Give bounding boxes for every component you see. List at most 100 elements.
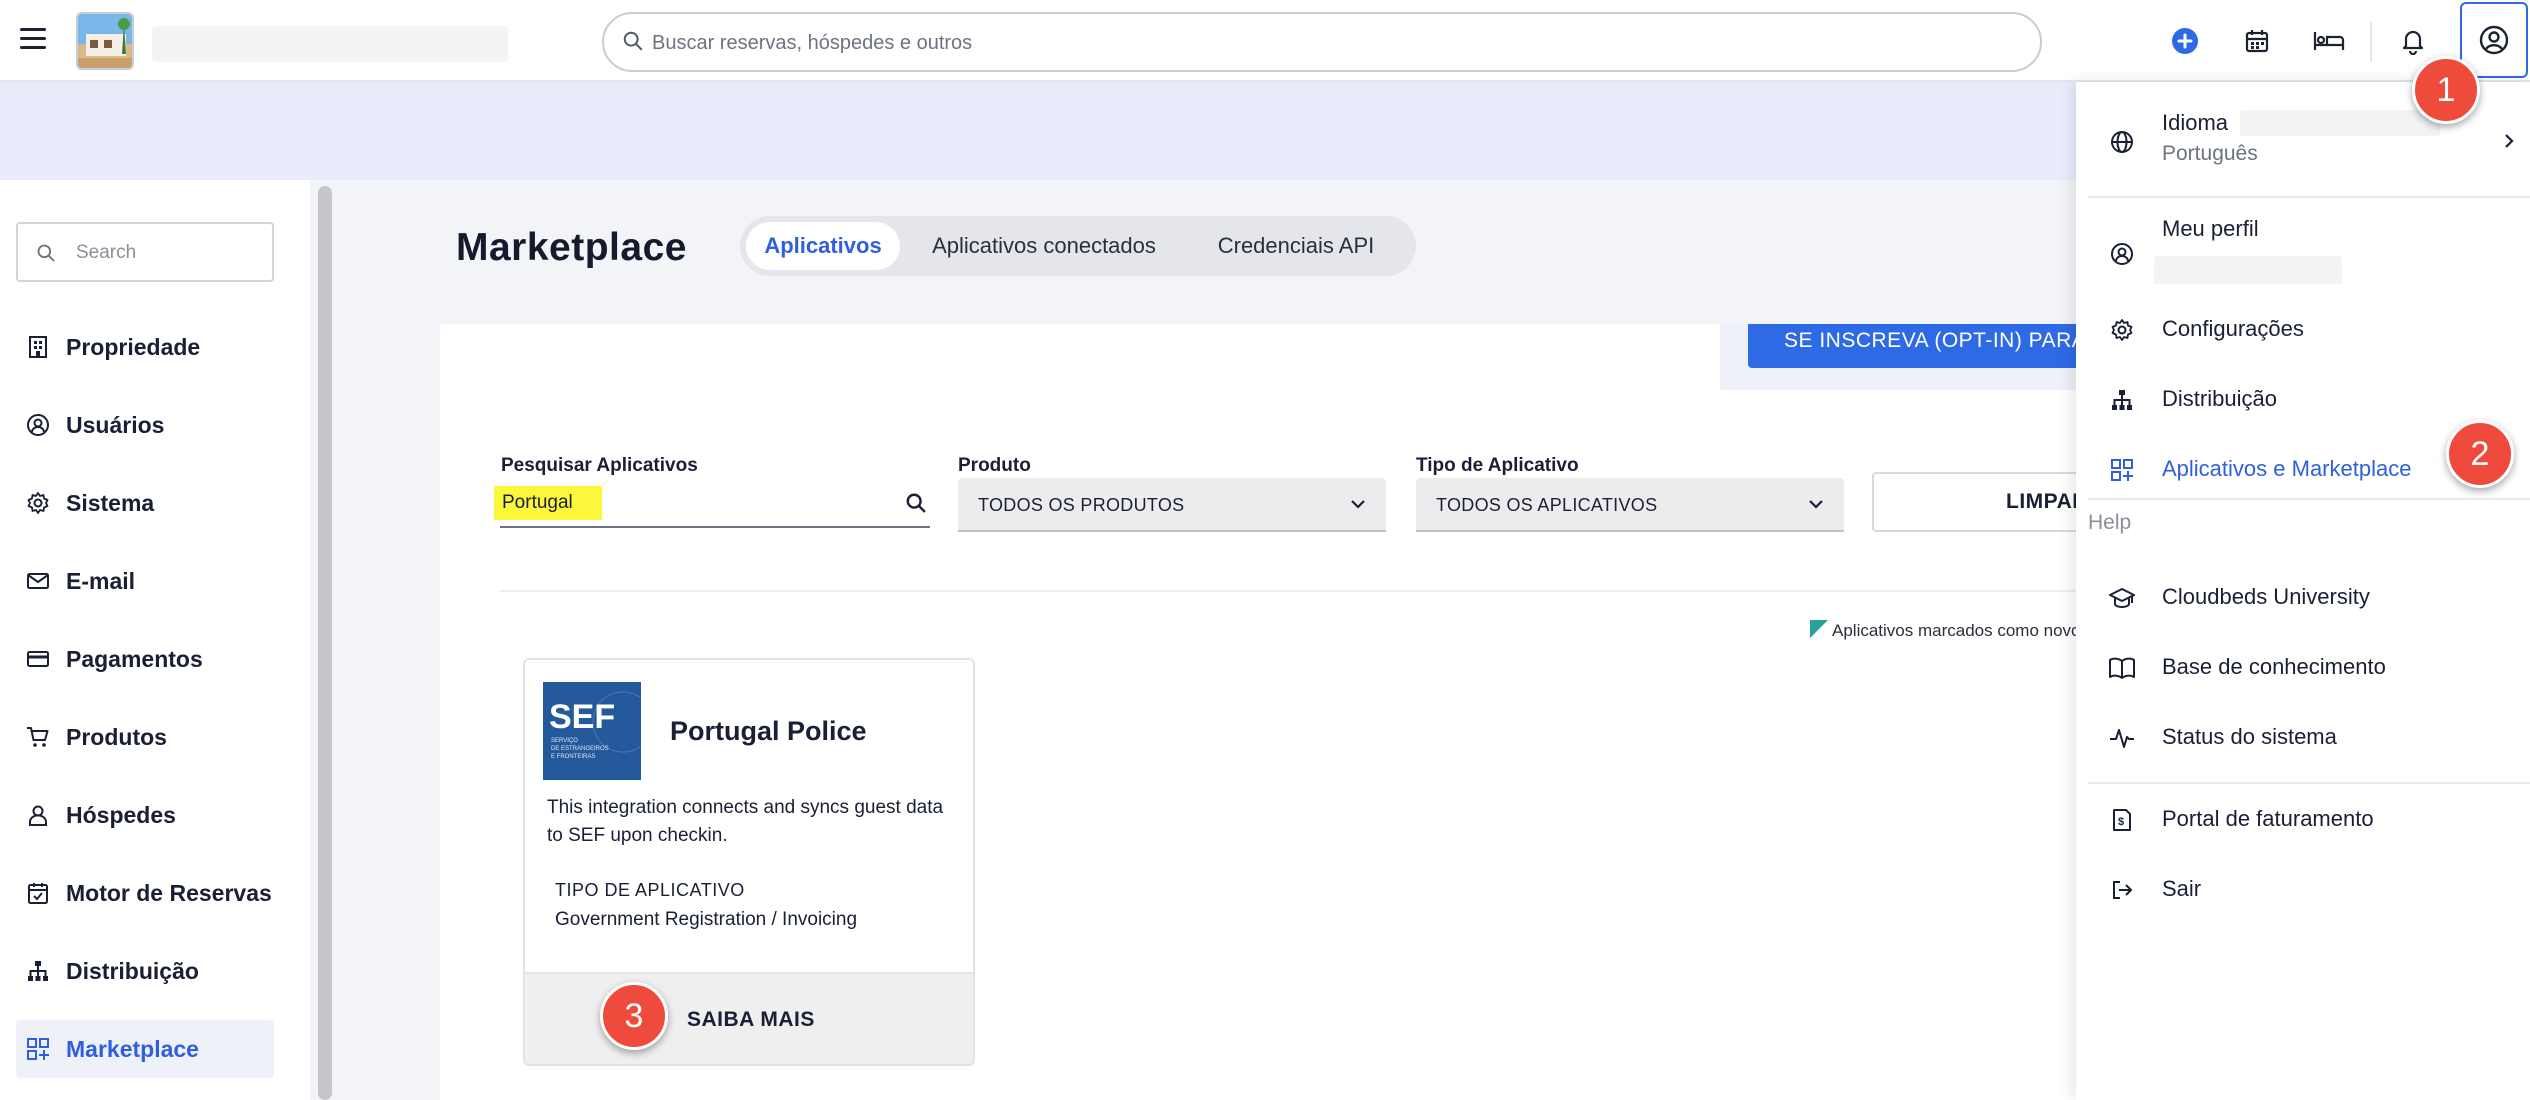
apps-add-icon <box>24 1035 52 1063</box>
account-circle-icon <box>2479 25 2509 55</box>
menu-icon[interactable] <box>20 28 46 50</box>
user-circle-icon <box>2108 240 2136 268</box>
university-label: Cloudbeds University <box>2162 584 2370 609</box>
product-filter-value: TODOS OS PRODUTOS <box>978 495 1185 515</box>
building-icon <box>24 333 52 361</box>
mail-icon <box>24 567 52 595</box>
billing-portal-menu-item[interactable]: $ Portal de faturamento <box>2076 790 2530 850</box>
app-card-title: Portugal Police <box>670 716 867 746</box>
app-type-filter-label: Tipo de Aplicativo <box>1416 455 1579 476</box>
distribution-label: Distribuição <box>2162 386 2277 411</box>
graduation-cap-icon <box>2108 584 2136 612</box>
sidebar-item-marketplace[interactable]: Marketplace <box>16 1020 274 1078</box>
search-icon <box>37 244 55 262</box>
sidebar-item-usuarios[interactable]: Usuários <box>16 396 274 454</box>
invoice-icon: $ <box>2108 806 2136 834</box>
new-apps-note: Aplicativos marcados como novo <box>1832 621 2081 640</box>
toolbar-divider <box>2370 22 2372 62</box>
sidebar-item-sistema[interactable]: Sistema <box>16 474 274 532</box>
step-marker-1: 1 <box>2412 56 2480 124</box>
hierarchy-icon <box>2108 386 2136 414</box>
account-dropdown: Idioma Português Meu perfil Configuraçõe… <box>2076 82 2530 1100</box>
property-name-redacted <box>152 26 508 62</box>
calendar-icon[interactable] <box>2236 20 2278 62</box>
clear-filters-button[interactable]: LIMPAR <box>1872 472 2080 532</box>
search-apps-field[interactable] <box>494 478 930 528</box>
property-logo[interactable] <box>76 12 134 70</box>
app-card-type-heading: TIPO DE APLICATIVO <box>555 880 745 900</box>
global-search-input[interactable] <box>652 26 2012 60</box>
hierarchy-icon <box>24 957 52 985</box>
tab-credenciais-api[interactable]: Credenciais API <box>1188 222 1404 270</box>
bell-icon[interactable] <box>2392 20 2434 62</box>
page-title: Marketplace <box>456 226 687 269</box>
sidebar-search-input[interactable] <box>76 238 256 268</box>
sidebar-item-label: Produtos <box>66 723 167 750</box>
knowledge-base-menu-item[interactable]: Base de conhecimento <box>2076 638 2530 698</box>
chevron-right-icon <box>2505 134 2514 148</box>
search-icon[interactable] <box>905 492 927 514</box>
billing-portal-label: Portal de faturamento <box>2162 806 2374 831</box>
app-card-description: This integration connects and syncs gues… <box>547 797 944 846</box>
bed-icon[interactable] <box>2308 20 2350 62</box>
credit-card-icon <box>24 645 52 673</box>
sidebar-item-label: Motor de Reservas <box>66 879 272 906</box>
tab-aplicativos[interactable]: Aplicativos <box>746 222 900 270</box>
app-card-type-value: Government Registration / Invoicing <box>555 909 858 930</box>
logout-label: Sair <box>2162 876 2202 901</box>
step-marker-2: 2 <box>2446 420 2514 488</box>
sidebar-item-label: Pagamentos <box>66 645 203 672</box>
cart-icon <box>24 723 52 751</box>
top-bar <box>0 0 2530 82</box>
sidebar-item-label: Usuários <box>66 411 165 438</box>
svg-text:DE ESTRANGEIROS: DE ESTRANGEIROS <box>551 746 609 752</box>
sidebar-item-produtos[interactable]: Produtos <box>16 708 274 766</box>
sidebar-scrollbar[interactable] <box>318 186 332 1100</box>
sidebar-item-label: E-mail <box>66 567 136 594</box>
sidebar-item-label: Marketplace <box>66 1035 199 1062</box>
profile-menu-item[interactable]: Meu perfil <box>2076 208 2530 298</box>
search-apps-input[interactable] <box>502 486 882 520</box>
logout-icon <box>2108 876 2136 904</box>
global-search[interactable] <box>602 12 2042 72</box>
sef-logo: SEF SERVIÇO DE ESTRANGEIROS E FRONTEIRAS <box>543 682 654 780</box>
product-filter-select[interactable]: TODOS OS PRODUTOS <box>958 478 1386 532</box>
optin-button[interactable]: SE INSCREVA (OPT-IN) PARA <box>1748 324 2080 368</box>
sidebar-item-distribuicao[interactable]: Distribuição <box>16 942 274 1000</box>
svg-text:E FRONTEIRAS: E FRONTEIRAS <box>551 754 595 760</box>
globe-icon <box>2108 128 2136 156</box>
sidebar-search[interactable] <box>16 222 274 282</box>
sef-logo-text: SEF <box>549 698 615 736</box>
university-menu-item[interactable]: Cloudbeds University <box>2076 568 2530 628</box>
knowledge-base-label: Base de conhecimento <box>2162 654 2386 679</box>
chevron-down-icon <box>1351 500 1365 509</box>
person-icon <box>24 801 52 829</box>
redacted-text <box>2240 110 2440 136</box>
sidebar-item-pagamentos[interactable]: Pagamentos <box>16 630 274 688</box>
sidebar-item-hospedes[interactable]: Hóspedes <box>16 786 274 844</box>
svg-text:SERVIÇO: SERVIÇO <box>551 738 578 744</box>
sidebar-item-propriedade[interactable]: Propriedade <box>16 318 274 376</box>
tab-aplicativos-conectados[interactable]: Aplicativos conectados <box>916 222 1172 270</box>
settings-label: Configurações <box>2162 316 2304 341</box>
add-circle-icon[interactable] <box>2164 20 2206 62</box>
sidebar-item-email[interactable]: E-mail <box>16 552 274 610</box>
search-icon <box>623 31 643 51</box>
learn-more-button[interactable]: SAIBA MAIS <box>525 972 973 1064</box>
system-status-menu-item[interactable]: Status do sistema <box>2076 708 2530 768</box>
settings-sidebar: Propriedade Usuários Sistema E-mail Paga… <box>0 180 310 1100</box>
pulse-icon <box>2108 724 2136 752</box>
settings-menu-item[interactable]: Configurações <box>2076 300 2530 360</box>
app-type-filter-select[interactable]: TODOS OS APLICATIVOS <box>1416 478 1844 532</box>
redacted-text <box>2154 256 2342 284</box>
gear-icon <box>24 489 52 517</box>
sidebar-item-motor-de-reservas[interactable]: Motor de Reservas <box>16 864 274 922</box>
system-status-label: Status do sistema <box>2162 724 2337 749</box>
distribution-menu-item[interactable]: Distribuição <box>2076 370 2530 430</box>
logout-menu-item[interactable]: Sair <box>2076 860 2530 920</box>
menu-divider <box>2088 498 2530 500</box>
app-card[interactable]: SEF SERVIÇO DE ESTRANGEIROS E FRONTEIRAS… <box>523 658 975 1066</box>
help-section-heading: Help <box>2088 511 2132 534</box>
apps-marketplace-label: Aplicativos e Marketplace <box>2162 456 2412 481</box>
menu-divider <box>2088 782 2530 784</box>
